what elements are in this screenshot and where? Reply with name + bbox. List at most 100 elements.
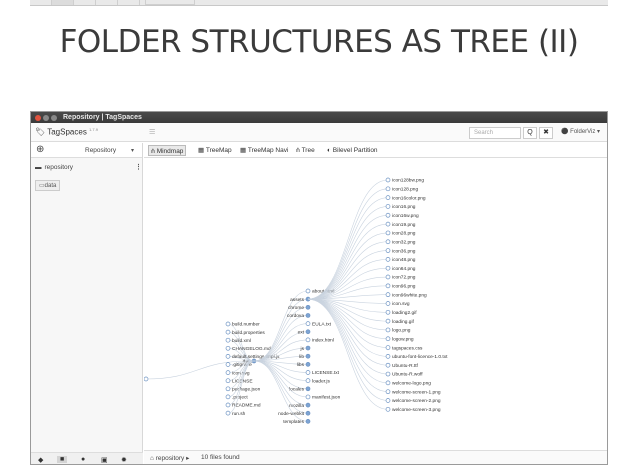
clear-search-icon[interactable]: ✖: [539, 127, 553, 139]
asset-file-label: icon48.png: [392, 257, 416, 263]
asset-file-label: Ubuntu-R.woff: [392, 372, 423, 378]
file-node: [225, 329, 231, 335]
file-label: build.xml: [232, 338, 251, 344]
asset-file-label: icon.svg: [392, 301, 410, 307]
tag-logo-icon: 🏷: [35, 127, 46, 137]
file-label: default.settings.tmpl.js: [232, 354, 280, 360]
folder-node: [305, 345, 311, 351]
repository-folder[interactable]: ▬ repository: [35, 164, 73, 171]
chat-icon[interactable]: ●: [81, 456, 85, 463]
asset-file-node: [385, 292, 391, 298]
tag-icon[interactable]: ◆: [38, 456, 43, 464]
tab-treemap-navi[interactable]: ▦ TreeMap Navi: [238, 145, 290, 156]
folder-node: [305, 304, 311, 310]
file-label: CHANGELOG.md: [232, 346, 271, 352]
asset-file-label: tagspaces.css: [392, 345, 423, 351]
tab-mindmap[interactable]: ⫛ Mindmap: [148, 145, 187, 156]
subfolder-label: data: [44, 183, 57, 189]
file-label: manifest.json: [312, 395, 341, 401]
menu-icon[interactable]: ≡: [149, 127, 155, 138]
strip-segment: [52, 0, 74, 5]
asset-file-label: icon64.png: [392, 266, 416, 272]
folder-icon: ▬: [35, 164, 42, 171]
brand[interactable]: 🏷 TagSpaces 1.7.9: [35, 127, 98, 137]
asset-file-node: [385, 327, 391, 333]
gear-icon[interactable]: ✹: [121, 456, 127, 464]
file-node: [225, 321, 231, 327]
asset-file-label: loading2.gif: [392, 310, 417, 316]
file-count: 10 files found: [201, 454, 240, 461]
tab-label: Tree: [301, 147, 315, 154]
asset-file-node: [385, 354, 391, 359]
asset-file-node: [385, 309, 391, 315]
tree-link: [307, 179, 389, 300]
window-title: Repository | TagSpaces: [63, 114, 142, 121]
asset-file-node: [385, 186, 391, 192]
file-node: [225, 362, 231, 367]
asset-file-node: [385, 371, 391, 377]
search-icon[interactable]: Q: [523, 127, 537, 139]
file-node: [225, 410, 231, 416]
folder-label: js: [300, 346, 305, 352]
edit-icon[interactable]: ▣: [101, 456, 108, 464]
file-label: build.properties: [232, 330, 265, 336]
mindmap-canvas: databuild.numberbuild.propertiesbuild.xm…: [144, 177, 448, 425]
asset-file-node: [385, 274, 391, 280]
tab-label: TreeMap Navi: [247, 147, 289, 154]
tab-tree[interactable]: ⫛ Tree: [294, 145, 317, 156]
minimize-window-icon[interactable]: [43, 115, 49, 121]
grid-icon: ▦: [198, 147, 205, 154]
asset-file-label: icon16color.png: [392, 195, 426, 201]
asset-file-label: icon36.png: [392, 248, 416, 254]
file-label: run.sh: [232, 411, 246, 417]
file-label: loader.js: [312, 378, 330, 384]
tab-label: Bilevel Partition: [332, 147, 378, 154]
chevron-down-icon[interactable]: ▾: [131, 147, 134, 154]
asset-file-label: icon19.png: [392, 222, 416, 228]
subfolder-chip[interactable]: ▭data: [35, 180, 61, 191]
breadcrumb[interactable]: ⌂ repository ▸: [150, 454, 189, 462]
asset-file-node: [385, 362, 391, 368]
tree-start-node: [144, 376, 149, 382]
file-label: package.json: [232, 387, 261, 393]
asset-file-label: icon28.png: [392, 231, 416, 237]
file-node: [225, 337, 231, 343]
tab-treemap[interactable]: ▦ TreeMap: [196, 145, 234, 156]
asset-file-node: [385, 380, 391, 386]
file-node: [225, 394, 231, 400]
asset-file-label: icon16.png: [392, 204, 416, 210]
tree-link: [307, 298, 389, 340]
asset-file-label: icon96.png: [392, 284, 416, 290]
folder-icon[interactable]: ■: [57, 456, 68, 463]
folder-node: [305, 386, 311, 392]
asset-file-node: [385, 239, 391, 245]
sitemap-icon: ⚫: [561, 129, 569, 135]
file-node: [305, 321, 311, 326]
asset-file-node: [385, 248, 391, 253]
folder-options-icon[interactable]: ⋮: [135, 163, 142, 171]
folder-node: [305, 402, 311, 408]
brand-name: TagSpaces: [47, 127, 87, 137]
folder-label: assets: [290, 297, 304, 303]
maximize-window-icon[interactable]: [51, 115, 57, 121]
file-label: EULA.txt: [312, 321, 332, 327]
tab-bilevel-partition[interactable]: ◐ Bilevel Partition: [325, 145, 380, 156]
perspective-switcher[interactable]: ⚫ FolderViz ▾: [561, 128, 600, 135]
file-node: [225, 354, 231, 359]
asset-file-label: welcome-screen-3.png: [392, 407, 441, 413]
file-label: LICENSE.txt: [312, 370, 340, 376]
file-node: [225, 386, 231, 392]
location-selector[interactable]: ⊕ Repository ▾: [31, 143, 142, 158]
add-location-icon[interactable]: ⊕: [36, 144, 44, 155]
close-window-icon[interactable]: [35, 115, 41, 121]
search-input[interactable]: Search: [469, 127, 521, 139]
folder-node: [305, 362, 311, 367]
grid-icon: ▦: [240, 147, 247, 154]
file-node: [225, 345, 231, 351]
file-label: build.number: [232, 322, 260, 328]
asset-file-node: [385, 230, 391, 236]
file-node: [225, 378, 231, 384]
folder-label: cordova: [287, 313, 304, 319]
asset-file-node: [385, 265, 391, 271]
asset-file-node: [385, 212, 391, 218]
